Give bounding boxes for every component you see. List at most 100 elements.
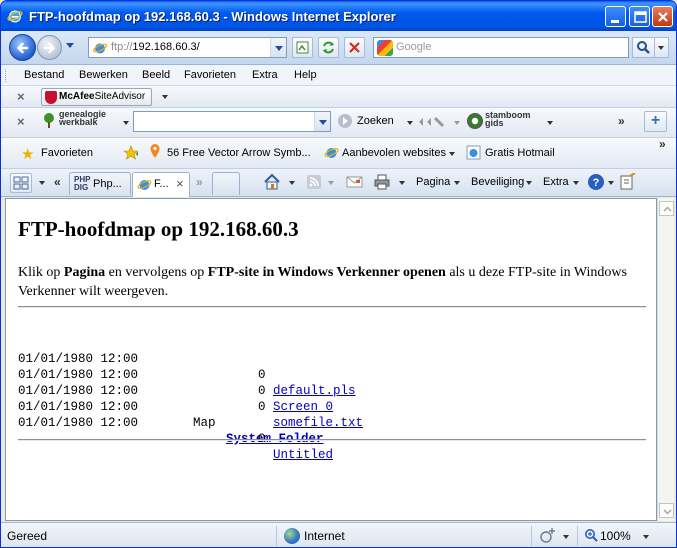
favorite-link-aanbevolen[interactable]: Aanbevolen websites: [342, 147, 446, 159]
compatibility-view-button[interactable]: [292, 37, 313, 58]
new-tab-button[interactable]: [212, 172, 240, 195]
stop-button[interactable]: [344, 37, 365, 58]
minimize-icon: [611, 20, 619, 23]
mcafee-brand: McAfee: [59, 91, 95, 102]
beveiliging-dropdown-icon[interactable]: [526, 181, 532, 185]
print-dropdown-icon[interactable]: [399, 181, 405, 185]
chevron-up-icon: [663, 206, 672, 212]
close-tab-icon[interactable]: ×: [176, 176, 184, 191]
pagina-dropdown-icon[interactable]: [454, 181, 460, 185]
maximize-icon: [634, 11, 647, 23]
genealogie-search-dropdown[interactable]: [314, 112, 330, 131]
tab-php[interactable]: PHP DIG Php...: [69, 172, 131, 195]
menu-bewerken[interactable]: Bewerken: [79, 69, 128, 81]
quick-tabs-button[interactable]: [10, 173, 32, 193]
zoom-icon[interactable]: [584, 528, 599, 543]
address-dropdown-button[interactable]: [270, 38, 286, 57]
home-dropdown-icon[interactable]: [289, 181, 295, 185]
minimize-button[interactable]: [605, 6, 626, 27]
favorites-star-icon: ★: [21, 146, 35, 163]
quick-tabs-icon: [13, 176, 29, 190]
beveiliging-menu[interactable]: Beveiliging: [471, 176, 524, 188]
aanbevolen-dropdown-icon[interactable]: [449, 152, 455, 156]
protected-mode-dropdown-icon[interactable]: [563, 535, 569, 539]
close-toolbar-icon[interactable]: ×: [17, 89, 25, 104]
status-separator: [577, 526, 578, 546]
menu-favorieten[interactable]: Favorieten: [184, 69, 236, 81]
entry-link[interactable]: Screen 0: [273, 399, 333, 415]
refresh-icon: [323, 41, 334, 54]
toolbar-overflow-chevron[interactable]: »: [618, 114, 625, 128]
highlight-dropdown-icon[interactable]: [454, 121, 460, 125]
mcafee-dropdown-icon[interactable]: [162, 95, 168, 99]
menu-help[interactable]: Help: [294, 69, 317, 81]
rss-feed-icon[interactable]: [306, 174, 322, 190]
maximize-button[interactable]: [629, 6, 650, 27]
zoom-level[interactable]: 100%: [600, 529, 631, 543]
close-button[interactable]: [652, 6, 673, 27]
print-icon[interactable]: [373, 173, 391, 191]
stamboom-dropdown-icon[interactable]: [547, 121, 553, 125]
genealogie-label[interactable]: genealogie werkbalk: [59, 110, 106, 127]
entry-link[interactable]: somefile.txt: [273, 415, 363, 431]
zoeken-button[interactable]: Zoeken: [357, 115, 394, 127]
feed-dropdown-icon[interactable]: [328, 181, 334, 185]
tab-ftp[interactable]: F... ×: [132, 172, 190, 197]
page-heading: FTP-hoofdmap op 192.168.60.3: [18, 217, 299, 241]
menu-bestand[interactable]: Bestand: [24, 69, 64, 81]
entry-link[interactable]: default.pls: [273, 383, 356, 399]
window-title: FTP-hoofdmap op 192.168.60.3 - Windows I…: [29, 9, 396, 24]
menu-beeld[interactable]: Beeld: [142, 69, 170, 81]
zoeken-arrow-icon: [338, 114, 352, 128]
forward-button[interactable]: [37, 35, 62, 60]
protected-mode-icon[interactable]: [539, 528, 557, 544]
toolbar-grip[interactable]: [5, 69, 8, 82]
tab-list-dropdown-icon[interactable]: [39, 181, 45, 185]
help-icon[interactable]: ?: [587, 173, 605, 191]
refresh-button[interactable]: [318, 37, 339, 58]
extra-dropdown-icon[interactable]: [573, 181, 579, 185]
chevron-down-icon: [319, 120, 327, 125]
zoom-dropdown-icon[interactable]: [643, 535, 649, 539]
stamboom-gids-button[interactable]: stamboom gids: [485, 111, 531, 128]
address-input[interactable]: ftp://192.168.60.3/: [88, 37, 287, 58]
genealogie-label-line2: werkbalk: [59, 117, 98, 127]
research-icon[interactable]: [619, 173, 637, 191]
genealogie-search-input[interactable]: [133, 111, 331, 132]
highlight-icon[interactable]: [417, 115, 447, 129]
page-icon: [92, 43, 108, 54]
favorites-button[interactable]: ★ Favorieten: [17, 142, 100, 165]
security-zone-label[interactable]: Internet: [304, 529, 345, 543]
scroll-up-button[interactable]: [659, 201, 674, 216]
intro-bold-pagina: Pagina: [63, 265, 106, 280]
tab-ftp-label: F...: [154, 178, 169, 190]
tabs-scroll-right[interactable]: »: [196, 175, 203, 189]
menu-extra[interactable]: Extra: [252, 69, 278, 81]
back-button[interactable]: [9, 34, 36, 61]
favorites-bar-overflow-chevron[interactable]: »: [659, 137, 666, 151]
search-options-dropdown[interactable]: [655, 37, 669, 58]
mcafee-siteadvisor-button[interactable]: McAfeeSiteAdvisor: [41, 88, 152, 106]
scroll-down-button[interactable]: [659, 503, 674, 518]
close-toolbar-icon[interactable]: ×: [17, 114, 25, 129]
genealogie-dropdown-icon[interactable]: [123, 121, 129, 125]
listing-row: 01/01/1980 12:00 0 default.pls: [18, 335, 356, 398]
favorite-link-hotmail[interactable]: Gratis Hotmail: [485, 147, 555, 159]
zoeken-dropdown-icon[interactable]: [407, 121, 413, 125]
home-icon[interactable]: [263, 173, 281, 191]
tabs-scroll-left[interactable]: «: [54, 175, 61, 189]
entry-link[interactable]: Untitled: [273, 447, 333, 463]
mcafee-shield-icon: [45, 91, 57, 104]
extra-menu[interactable]: Extra: [543, 176, 569, 188]
ftp-listing: 01/01/1980 12:00 0 default.pls 01/01/198…: [18, 335, 363, 462]
add-toolbar-button[interactable]: +: [644, 111, 667, 132]
pagina-menu[interactable]: Pagina: [416, 176, 450, 188]
help-dropdown-icon[interactable]: [608, 181, 614, 185]
mail-icon[interactable]: [346, 175, 363, 189]
svg-text:?: ?: [593, 177, 600, 189]
vertical-scrollbar[interactable]: [657, 198, 674, 521]
add-to-favorites-bar-icon[interactable]: [123, 145, 138, 160]
search-input[interactable]: Google: [373, 37, 629, 58]
search-button[interactable]: [632, 37, 655, 58]
favorite-link-arrow-symbols[interactable]: 56 Free Vector Arrow Symb...: [167, 147, 311, 159]
